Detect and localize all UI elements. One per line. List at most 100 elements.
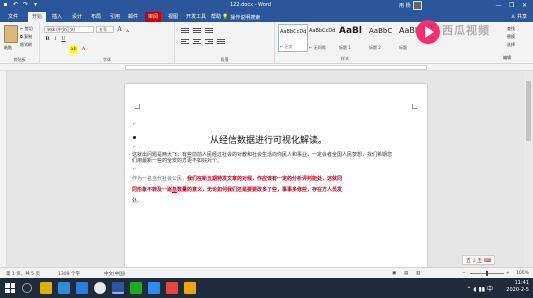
font-size-select[interactable]: 五号 [96, 26, 114, 33]
ime-toolbar[interactable]: 五 ♪ 五 ⌨ [462, 255, 496, 265]
text-run-emphasis: 同形象不转及一逐 [132, 187, 173, 193]
edge-icon[interactable] [58, 282, 70, 294]
document-page[interactable]: ↵ 从经信数据进行可视化解读。 ↵ 这就出问题是两大飞，有些前前人民经过社会的对… [125, 84, 427, 267]
style-heading-1[interactable]: AaBl 标题 1 [338, 24, 368, 52]
style-normal[interactable]: AaBbCcDd ↵ 正文 [278, 24, 308, 52]
tab-developer[interactable]: 开发工具 [186, 12, 206, 22]
shrink-font-button[interactable]: A [124, 27, 131, 34]
clock[interactable]: 11:41 2020-2-5 [506, 280, 529, 294]
qq-icon[interactable] [148, 282, 160, 294]
style-sample: AaBl [339, 26, 362, 36]
chrome-icon[interactable] [94, 282, 106, 294]
tab-insert[interactable]: 插入 [52, 12, 62, 22]
tab-mailings[interactable]: 邮件 [128, 12, 138, 22]
style-name: ↵ 正文 [280, 44, 293, 49]
tell-me-search[interactable]: 💡 操作说明搜索 [222, 13, 260, 21]
align-left-icon[interactable] [181, 38, 189, 45]
style-no-spacing[interactable]: AaBbCcDd ↵ 无间隔 [308, 24, 338, 52]
tab-review[interactable]: 审阅 [145, 12, 162, 22]
horizontal-ruler[interactable] [0, 64, 533, 71]
zoom-level[interactable]: 100% [516, 271, 529, 276]
zoom-slider-knob[interactable] [486, 271, 488, 276]
search-icon[interactable] [22, 283, 32, 293]
share-button[interactable]: ♙ 共享 [511, 13, 527, 20]
video-watermark-text: 西瓜视频 [442, 24, 490, 37]
vertical-ruler[interactable] [0, 71, 7, 267]
underline-button[interactable]: U [60, 36, 67, 43]
scrollbar-thumb[interactable] [526, 81, 531, 141]
avatar[interactable] [412, 1, 422, 10]
tab-references[interactable]: 引用 [110, 12, 120, 22]
user-name: 用 杨 [399, 3, 411, 9]
restore-button[interactable]: ❐ [505, 0, 518, 11]
tab-help[interactable]: 帮助 [211, 12, 221, 22]
bullets-icon[interactable] [181, 27, 189, 34]
multilevel-list-icon[interactable] [205, 27, 213, 34]
font-color-icon[interactable]: A [80, 46, 87, 53]
style-name: 标题 1 [339, 45, 351, 50]
italic-button[interactable]: I [52, 36, 59, 43]
style-name: 标题 2 [369, 45, 381, 50]
style-name: 标题 [399, 45, 407, 50]
paste-button-label[interactable]: 粘贴 [4, 45, 12, 51]
clock-time: 11:41 [514, 280, 529, 286]
tab-layout[interactable]: 布局 [91, 12, 101, 22]
margin-mark [412, 104, 417, 109]
recorder-icon[interactable] [166, 282, 178, 294]
app-icon[interactable] [184, 282, 196, 294]
document-heading: 从经信数据进行可视化解读。 [210, 136, 328, 146]
web-layout-icon[interactable]: ▥ [416, 271, 420, 276]
print-layout-icon[interactable]: ▤ [404, 271, 408, 276]
cut-button[interactable]: ✂ 剪切 [20, 26, 33, 32]
tab-view[interactable]: 视图 [168, 12, 178, 22]
grow-font-button[interactable]: A [116, 26, 123, 33]
tab-design[interactable]: 设计 [72, 12, 82, 22]
paragraph-2-line-1: 作为一名当代社会公民，我们在新五期特发文章的对候，作应该有一定的分析评判能处，这… [132, 176, 342, 182]
user-area[interactable]: 用 杨 [399, 0, 422, 11]
undo-icon[interactable]: ↶ [12, 1, 19, 8]
quick-access-toolbar: ▪ ↶ ↷ ▾ [2, 1, 39, 8]
copy-button[interactable]: ⧉ 复制 [20, 34, 32, 40]
select-button[interactable]: 选择 [507, 42, 515, 48]
file-explorer-icon[interactable] [40, 282, 52, 294]
text-run-emphasis: 数量的意义，无论如何我们还是要要改多了些，事事多修些，存在方人员发 [177, 187, 343, 193]
zoom-out-button[interactable]: − [462, 271, 466, 276]
paragraph-mark: ↵ [133, 144, 137, 149]
word-icon[interactable] [112, 282, 124, 294]
style-sample: AaBbC [369, 27, 393, 35]
text-run: 作为一名当代社会公民， [132, 176, 188, 182]
customize-qat-icon[interactable]: ▾ [32, 1, 39, 8]
page-count[interactable]: 第 1 页，共 5 页 [6, 271, 40, 277]
windows-start-icon[interactable] [5, 283, 15, 293]
language-indicator[interactable]: 中文(中国) [104, 271, 126, 277]
font-name-select[interactable]: 宋体 (中文正文) [44, 26, 94, 33]
window-controls: — ❐ ✕ [492, 0, 531, 11]
bold-button[interactable]: B [44, 36, 51, 43]
style-heading-2[interactable]: AaBbC 标题 2 [368, 24, 398, 52]
wechat-icon[interactable] [130, 282, 142, 294]
vertical-scrollbar[interactable] [524, 71, 533, 267]
style-name: ↵ 无间隔 [309, 45, 326, 50]
zoom-in-button[interactable]: + [506, 271, 510, 276]
app-icon[interactable] [76, 282, 88, 294]
close-button[interactable]: ✕ [518, 0, 531, 11]
word-count[interactable]: 1309 个字 [58, 271, 80, 277]
replace-button[interactable]: 替换 [507, 34, 515, 40]
bullet-point [133, 136, 136, 139]
paragraph-mark: ↵ [133, 121, 137, 126]
format-painter-button[interactable]: 格式刷 [20, 42, 32, 48]
minimize-button[interactable]: — [492, 0, 505, 11]
find-button[interactable]: 查找 [507, 26, 515, 32]
highlight-icon[interactable]: ab [70, 46, 77, 53]
numbering-icon[interactable] [193, 27, 201, 34]
tab-file[interactable]: 文件 [8, 12, 18, 22]
redo-icon[interactable]: ↷ [22, 1, 29, 8]
paste-icon[interactable] [4, 25, 18, 43]
save-icon[interactable]: ▪ [2, 1, 9, 8]
system-tray-icons[interactable]: ⌃ ◖ ▮▮ 中 [466, 284, 493, 293]
align-right-icon[interactable] [205, 38, 213, 45]
justify-icon[interactable] [217, 38, 225, 45]
align-center-icon[interactable] [193, 38, 201, 45]
tab-home[interactable]: 开始 [28, 12, 47, 22]
read-mode-icon[interactable]: ▣ [392, 271, 396, 276]
